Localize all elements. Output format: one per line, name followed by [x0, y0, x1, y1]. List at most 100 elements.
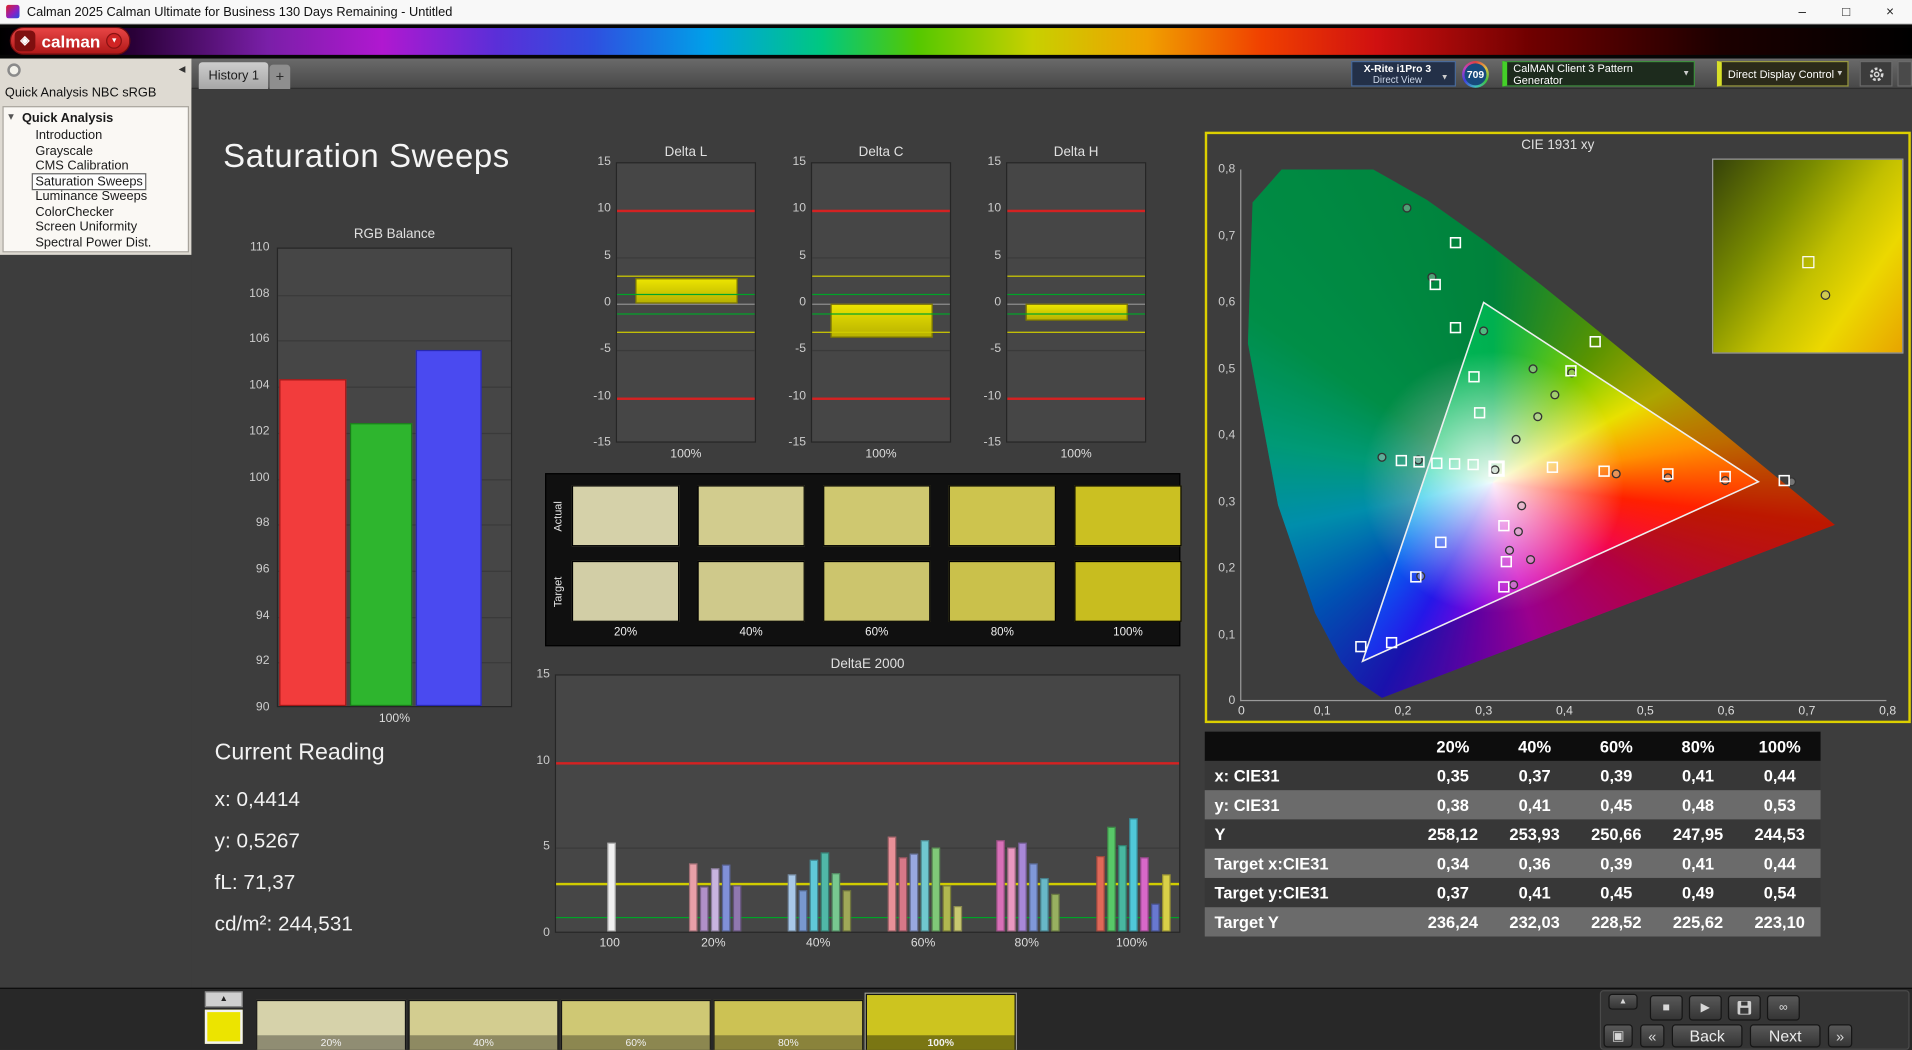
delta-c-yaxis: 15 10 5 0 -5 -10 -15	[788, 155, 807, 450]
chevron-down-icon: ▼	[1440, 73, 1449, 82]
active-pattern-swatch[interactable]	[204, 1009, 243, 1044]
swatch-actual-60%	[823, 485, 931, 547]
current-reading-heading: Current Reading	[214, 740, 385, 766]
display-control-dropdown[interactable]: Direct Display Control ▼	[1716, 60, 1849, 87]
swatch-actual-100%	[1074, 485, 1182, 547]
chevron-down-icon: ▼	[1835, 69, 1844, 79]
pattern-swatch-strip: 20% 40% 60% 80% 100%	[256, 993, 1016, 1050]
target-row-label: Target	[551, 576, 564, 607]
sidebar-item-grayscale[interactable]: Grayscale	[4, 143, 188, 158]
add-tab-button[interactable]: +	[269, 64, 291, 90]
colorspace-badge-label: 709	[1464, 63, 1487, 86]
sidebar-item-colorchecker[interactable]: ColorChecker	[4, 204, 188, 219]
save-button[interactable]	[1727, 995, 1761, 1021]
sidebar-item-cms-calibration[interactable]: CMS Calibration	[4, 159, 188, 174]
transport-controls: ▲ ■ ▶ ∞ ▣ « Back Next »	[1599, 990, 1910, 1050]
calman-menu-button[interactable]: ◈ calman ▼	[9, 26, 131, 55]
pattern-swatch-40%[interactable]: 40%	[408, 999, 559, 1050]
swatch-target-60%	[823, 560, 931, 622]
sidebar: ◂ Quick Analysis NBC sRGB ▾ Quick Analys…	[0, 58, 192, 255]
rgb-balance-chart: RGB Balance 110 108 106 104 102 100 98 96 94 92 90…	[238, 226, 518, 726]
tree-collapse-icon: ▾	[8, 110, 14, 122]
actual-row-label: Actual	[551, 500, 564, 532]
deltae-plot	[554, 674, 1181, 933]
calman-logo-text: calman	[41, 31, 101, 51]
play-button[interactable]: ▶	[1688, 995, 1722, 1021]
current-reading: Current Reading x: 0,4414 y: 0,5267 fL: 71…	[215, 740, 385, 945]
app-header: ◈ calman ▼	[0, 24, 1912, 59]
current-reading-lines: x: 0,4414 y: 0,5267 fL: 71,37 cd/m²: 244,53…	[214, 787, 353, 936]
pattern-preview-expand-button[interactable]: ▲	[204, 991, 243, 1008]
maximize-button[interactable]: □	[1824, 0, 1868, 23]
table-row: Target y:CIE31 0,37 0,41 0,45 0,49 0,54	[1204, 877, 1821, 908]
settings-button[interactable]	[1859, 60, 1893, 87]
session-icon[interactable]	[7, 63, 21, 77]
results-table: 20% 40% 60% 80% 100% x: CIE31 0,35 0,37 0,39 0,41…	[1204, 731, 1821, 937]
transport-row: ■ ▶ ∞	[1649, 995, 1800, 1021]
app-icon	[6, 4, 20, 19]
deltae-yaxis: 0 5 10 15	[536, 667, 550, 940]
swatch-actual-80%	[948, 485, 1057, 547]
continuous-read-button[interactable]: ∞	[1766, 995, 1800, 1021]
colorspace-badge[interactable]: 709	[1462, 60, 1489, 88]
pattern-window-button[interactable]: ▣	[1603, 1024, 1633, 1048]
next-label: Next	[1768, 1026, 1802, 1046]
window-controls: – □ ×	[1780, 0, 1912, 23]
delta-l-yaxis: 15 10 5 0 -5 -10 -15	[593, 155, 611, 450]
settings-overflow-button[interactable]	[1897, 60, 1912, 87]
swatch-target-80%	[948, 560, 1057, 622]
sidebar-item-spectral-power-dist-[interactable]: Spectral Power Dist.	[4, 235, 188, 250]
eject-button[interactable]: ▲	[1608, 993, 1638, 1010]
table-row: Target Y 236,24 232,03 228,52 225,62 223,10	[1204, 907, 1821, 937]
delta-l-xlabel: 100%	[670, 447, 702, 461]
back-button[interactable]: Back	[1671, 1024, 1743, 1048]
pattern-swatch-20%[interactable]: 20%	[256, 999, 407, 1050]
sidebar-item-luminance-sweeps[interactable]: Luminance Sweeps	[4, 189, 188, 204]
swatch-target-100%	[1074, 560, 1182, 622]
cie-title: CIE 1931 xy	[1521, 137, 1595, 153]
rgb-balance-title: RGB Balance	[353, 226, 436, 242]
next-button[interactable]: Next	[1749, 1024, 1821, 1048]
stop-icon: ■	[1662, 1001, 1670, 1015]
rgb-balance-yaxis: 110 108 106 104 102 100 98 96 94 92 90	[249, 240, 270, 714]
delta-h-xlabel: 100%	[1060, 447, 1092, 461]
sidebar-item-quick-analysis[interactable]: ▾ Quick Analysis	[4, 110, 188, 128]
window-icon: ▣	[1611, 1029, 1625, 1044]
eject-icon: ▲	[1618, 997, 1628, 1007]
sidebar-item-saturation-sweeps[interactable]: Saturation Sweeps	[4, 172, 188, 190]
sidebar-item-screen-uniformity[interactable]: Screen Uniformity	[4, 219, 188, 234]
back-chevron-button[interactable]: «	[1640, 1024, 1665, 1048]
deltae-2000-chart: DeltaE 2000 0 5 10 15 100 20% 40% 60% 80% 100%	[521, 657, 1186, 962]
display-control-label: Direct Display Control	[1727, 67, 1835, 80]
pattern-generator-dropdown[interactable]: CalMAN Client 3 Pattern Generator ▼	[1502, 60, 1695, 87]
pattern-swatch-60%[interactable]: 60%	[560, 999, 711, 1050]
delta-h-plot	[1006, 162, 1147, 443]
next-chevron-button[interactable]: »	[1827, 1024, 1853, 1048]
window-title: Calman 2025 Calman Ultimate for Business…	[26, 4, 453, 19]
workflow-tree: ▾ Quick Analysis Introduction Grayscale CM…	[2, 106, 190, 253]
meter-dropdown[interactable]: X-Rite i1Pro 3 Direct View ▼	[1351, 60, 1456, 87]
cie-zoom-inset	[1712, 158, 1904, 354]
minimize-button[interactable]: –	[1780, 0, 1824, 23]
stop-button[interactable]: ■	[1649, 995, 1683, 1021]
pattern-swatch-100%[interactable]: 100%	[865, 993, 1016, 1050]
tree-root-label: Quick Analysis	[21, 110, 114, 126]
meter-name: X-Rite i1Pro 3	[1363, 61, 1432, 74]
tab-label: History 1	[208, 68, 260, 83]
cie-1931-panel: CIE 1931 xy 0 0,1 0,2 0,3 0,4 0,5 0,6 0,7 0,8 00…	[1204, 131, 1911, 724]
collapse-sidebar-button[interactable]: ◂	[179, 61, 186, 77]
swatch-target-40%	[697, 560, 805, 622]
meter-mode: Direct View	[1372, 73, 1423, 85]
delta-l-title: Delta L	[664, 145, 708, 160]
chevron-down-icon: ▼	[106, 32, 123, 49]
sidebar-item-introduction[interactable]: Introduction	[4, 128, 188, 143]
table-row: Y 258,12 253,93 250,66 247,95 244,53	[1204, 819, 1821, 849]
close-button[interactable]: ×	[1868, 0, 1912, 23]
workflow-title: Quick Analysis NBC sRGB	[4, 85, 157, 100]
play-icon: ▶	[1700, 1001, 1711, 1015]
chevron-down-icon: ▼	[1682, 69, 1691, 79]
delta-h-yaxis: 15 10 5 0 -5 -10 -15	[983, 155, 1002, 450]
chevrons-right-icon: »	[1835, 1027, 1845, 1045]
tab-history-1[interactable]: History 1	[198, 62, 269, 90]
pattern-swatch-80%[interactable]: 80%	[713, 999, 864, 1050]
